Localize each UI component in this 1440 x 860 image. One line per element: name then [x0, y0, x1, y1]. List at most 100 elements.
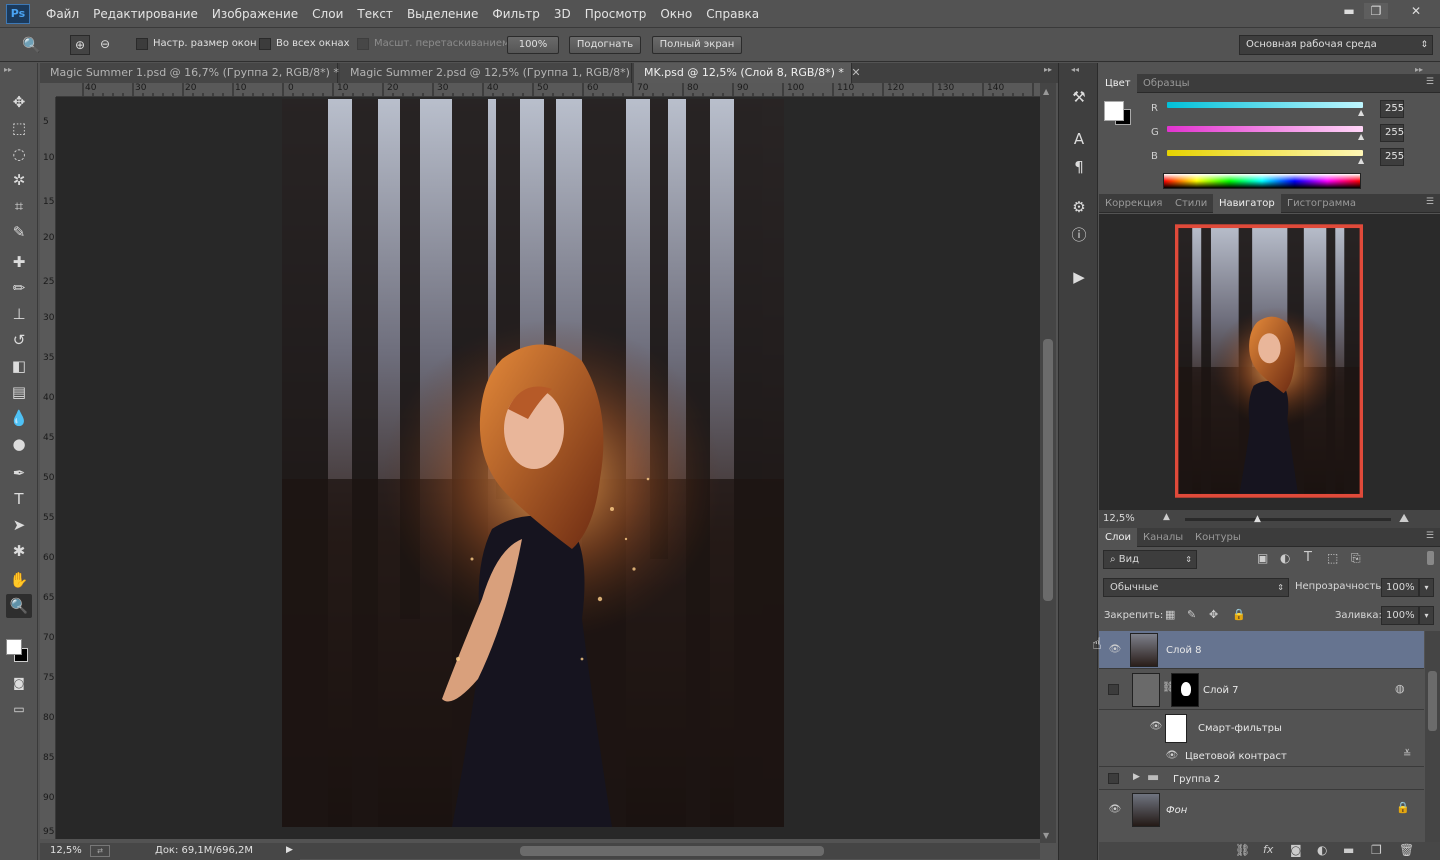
- expand-dock-icon[interactable]: ◂◂: [1071, 65, 1079, 74]
- resize-windows-checkbox[interactable]: [136, 38, 148, 50]
- brush-tool-icon[interactable]: ✏: [6, 276, 32, 300]
- horizontal-scroll-thumb[interactable]: [520, 846, 824, 856]
- menu-select[interactable]: Выделение: [407, 7, 478, 21]
- menu-window[interactable]: Окно: [660, 7, 692, 21]
- channel-r-value[interactable]: 255: [1380, 100, 1404, 118]
- blur-tool-icon[interactable]: 💧: [6, 406, 32, 430]
- dodge-tool-icon[interactable]: ●: [6, 432, 32, 456]
- smart-filters-row[interactable]: 👁 Смарт-фильтры: [1099, 711, 1424, 745]
- menu-edit[interactable]: Редактирование: [93, 7, 198, 21]
- smart-filters-label[interactable]: Смарт-фильтры: [1198, 723, 1282, 734]
- channel-b-slider[interactable]: [1167, 150, 1363, 156]
- lock-all-icon[interactable]: 🔒: [1232, 608, 1246, 621]
- expand-group-icon[interactable]: ▶: [1133, 772, 1140, 782]
- chevron-down-icon[interactable]: ▾: [1419, 578, 1434, 597]
- panel-fg-color-swatch[interactable]: [1104, 101, 1124, 121]
- channel-b-value[interactable]: 255: [1380, 148, 1404, 166]
- lock-transparency-icon[interactable]: ▦: [1165, 608, 1175, 621]
- collapse-toolbar-icon[interactable]: ▸▸: [4, 65, 12, 74]
- hand-tool-icon[interactable]: ✋: [6, 568, 32, 592]
- new-adjustment-icon[interactable]: ◐: [1317, 843, 1327, 857]
- panel-menu-icon[interactable]: ☰: [1426, 197, 1434, 207]
- tab-navigator[interactable]: Навигатор: [1213, 194, 1281, 213]
- layer-row-layer7[interactable]: ⛓ Слой 7 ◍: [1099, 670, 1424, 710]
- visibility-toggle-empty[interactable]: [1108, 773, 1119, 784]
- filter-adjustment-icon[interactable]: ◐: [1280, 551, 1290, 565]
- opacity-input[interactable]: 100%: [1381, 578, 1419, 597]
- slider-thumb-icon[interactable]: ▲: [1358, 156, 1364, 165]
- vertical-ruler[interactable]: 5 10 15 20 25 30 35 40 45 50 55 60 65 70…: [40, 97, 56, 839]
- fill-input[interactable]: 100%: [1381, 606, 1419, 625]
- vertical-scrollbar[interactable]: ▲ ▼: [1040, 83, 1056, 843]
- zoom-in-icon[interactable]: ⊕: [70, 35, 90, 55]
- visibility-eye-icon[interactable]: 👁: [1165, 750, 1179, 762]
- all-windows-checkbox[interactable]: [259, 38, 271, 50]
- zoom-tool-icon[interactable]: 🔍: [6, 594, 32, 618]
- history-brush-tool-icon[interactable]: ↺: [6, 328, 32, 352]
- restore-button[interactable]: ❐: [1364, 3, 1388, 19]
- channel-r-slider[interactable]: [1167, 102, 1363, 108]
- type-tool-icon[interactable]: T: [6, 487, 32, 511]
- fit-screen-button[interactable]: Подогнать: [569, 36, 641, 54]
- link-layers-icon[interactable]: ⛓: [1235, 843, 1250, 857]
- layer-row-group2[interactable]: ▶ ▬ Группа 2: [1099, 768, 1424, 790]
- filter-options-icon[interactable]: ≚: [1403, 749, 1411, 760]
- layer-name[interactable]: Группа 2: [1173, 774, 1220, 785]
- horizontal-ruler[interactable]: 40 30 20 10 0 10 20 30 40 50 60 70 80 90…: [56, 83, 1040, 97]
- visibility-eye-icon[interactable]: 👁: [1149, 721, 1163, 733]
- chevron-down-icon[interactable]: ▾: [1419, 606, 1434, 625]
- foreground-color-swatch[interactable]: [6, 639, 22, 655]
- channel-g-value[interactable]: 255: [1380, 124, 1404, 142]
- filter-type-icon[interactable]: T: [1304, 550, 1312, 565]
- visibility-toggle-empty[interactable]: [1108, 684, 1119, 695]
- zoom-out-mountain-icon[interactable]: ▲: [1163, 512, 1170, 522]
- ruler-origin[interactable]: [40, 83, 56, 97]
- horizontal-scrollbar[interactable]: [300, 843, 1040, 859]
- layers-scroll-thumb[interactable]: [1428, 671, 1437, 731]
- new-group-icon[interactable]: ▬: [1343, 843, 1354, 857]
- navigator-zoom-value[interactable]: 12,5%: [1103, 513, 1135, 524]
- layer-name[interactable]: Слой 8: [1166, 645, 1202, 656]
- filter-shape-icon[interactable]: ⬚: [1327, 551, 1338, 565]
- quick-mask-icon[interactable]: ◙: [6, 671, 32, 695]
- lasso-tool-icon[interactable]: ◌: [6, 142, 32, 166]
- close-button[interactable]: ✕: [1398, 3, 1434, 19]
- slider-thumb-icon[interactable]: ▲: [1358, 132, 1364, 141]
- scrubby-zoom-checkbox[interactable]: [357, 38, 369, 50]
- magic-wand-tool-icon[interactable]: ✲: [6, 168, 32, 192]
- tab-styles[interactable]: Стили: [1169, 194, 1213, 213]
- layer-mask-thumbnail[interactable]: [1171, 673, 1199, 707]
- doc-tab-3[interactable]: MK.psd @ 12,5% (Слой 8, RGB/8*) * ✕: [634, 63, 861, 83]
- layer-name[interactable]: Слой 7: [1203, 685, 1239, 696]
- navigator-thumbnail[interactable]: [1175, 219, 1363, 503]
- photo-forest-woman[interactable]: [282, 99, 784, 827]
- menu-3d[interactable]: 3D: [554, 7, 571, 21]
- screen-mode-icon[interactable]: ▭: [6, 697, 32, 721]
- tab-color[interactable]: Цвет: [1099, 74, 1137, 93]
- scroll-down-icon[interactable]: ▼: [1043, 831, 1049, 840]
- fill-screen-button[interactable]: Полный экран: [652, 36, 742, 54]
- doc-tab-1[interactable]: Magic Summer 1.psd @ 16,7% (Группа 2, RG…: [40, 63, 356, 83]
- tab-swatches[interactable]: Образцы: [1137, 74, 1196, 93]
- color-spectrum-bar[interactable]: [1163, 173, 1361, 189]
- eraser-tool-icon[interactable]: ◧: [6, 354, 32, 378]
- visibility-eye-icon[interactable]: 👁: [1108, 804, 1122, 816]
- tab-adjustments[interactable]: Коррекция: [1099, 194, 1168, 213]
- doc-tab-2[interactable]: Magic Summer 2.psd @ 12,5% (Группа 1, RG…: [340, 63, 647, 83]
- layers-scrollbar[interactable]: [1425, 631, 1440, 844]
- zoom-out-icon[interactable]: ⊖: [95, 35, 115, 55]
- filter-smart-object-icon[interactable]: ⎘: [1351, 551, 1361, 566]
- filter-pixel-icon[interactable]: ▣: [1257, 551, 1268, 565]
- tab-layers[interactable]: Слои: [1099, 528, 1137, 547]
- zoom-tool-preset-icon[interactable]: 🔍: [22, 36, 50, 56]
- vertical-scroll-thumb[interactable]: [1043, 339, 1053, 601]
- move-tool-icon[interactable]: ✥: [6, 90, 32, 114]
- menu-help[interactable]: Справка: [706, 7, 759, 21]
- layer-row-background[interactable]: 👁 Фон 🔒: [1099, 791, 1424, 829]
- status-menu-arrow-icon[interactable]: ▶: [286, 845, 293, 855]
- tab-channels[interactable]: Каналы: [1137, 528, 1189, 547]
- paragraph-panel-icon[interactable]: ¶: [1066, 155, 1092, 179]
- tool-presets-icon[interactable]: ⚒: [1066, 85, 1092, 109]
- zoom-100-button[interactable]: 100%: [507, 36, 559, 54]
- slider-thumb-icon[interactable]: ▲: [1358, 108, 1364, 117]
